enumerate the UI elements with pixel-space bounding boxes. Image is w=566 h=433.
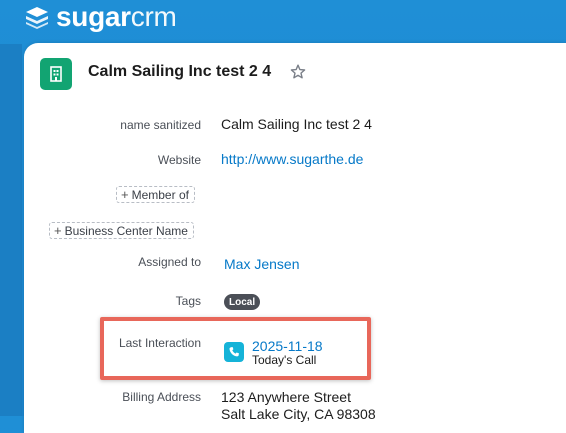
website-label: Website	[157, 153, 201, 167]
name-sanitized-value: Calm Sailing Inc test 2 4	[221, 116, 372, 132]
business-center-label: Business Center Name	[64, 223, 188, 238]
member-of-label: Member of	[131, 187, 189, 202]
billing-address-line2: Salt Lake City, CA 98308	[221, 406, 376, 422]
add-business-center-button[interactable]: + Business Center Name	[49, 222, 194, 239]
last-interaction-date-link[interactable]: 2025-11-18	[252, 338, 323, 354]
billing-address-label: Billing Address	[122, 390, 201, 404]
favorite-star-icon[interactable]	[290, 64, 306, 80]
assigned-to-label: Assigned to	[138, 255, 201, 269]
tag-badge[interactable]: Local	[224, 294, 261, 310]
left-sidebar-strip	[0, 44, 22, 416]
plus-icon: +	[54, 223, 62, 238]
name-sanitized-label: name sanitized	[120, 118, 201, 132]
last-interaction-label: Last Interaction	[118, 336, 201, 350]
assigned-to-link[interactable]: Max Jensen	[224, 256, 299, 272]
billing-address-line1: 123 Anywhere Street	[221, 389, 351, 405]
sugarcrm-logo[interactable]: sugarcrm	[24, 1, 177, 32]
add-member-of-button[interactable]: + Member of	[116, 186, 195, 203]
website-link[interactable]: http://www.sugarthe.de	[221, 151, 363, 167]
last-interaction-description: Today's Call	[252, 353, 317, 367]
record-title: Calm Sailing Inc test 2 4	[88, 63, 272, 80]
brand-name: sugarcrm	[56, 1, 177, 32]
record-card: Calm Sailing Inc test 2 4 name sanitized…	[24, 43, 566, 433]
plus-icon: +	[121, 187, 129, 202]
sugarcrm-cube-icon	[26, 7, 48, 29]
tags-label: Tags	[175, 294, 201, 308]
building-icon	[40, 58, 72, 90]
phone-icon	[224, 342, 244, 362]
